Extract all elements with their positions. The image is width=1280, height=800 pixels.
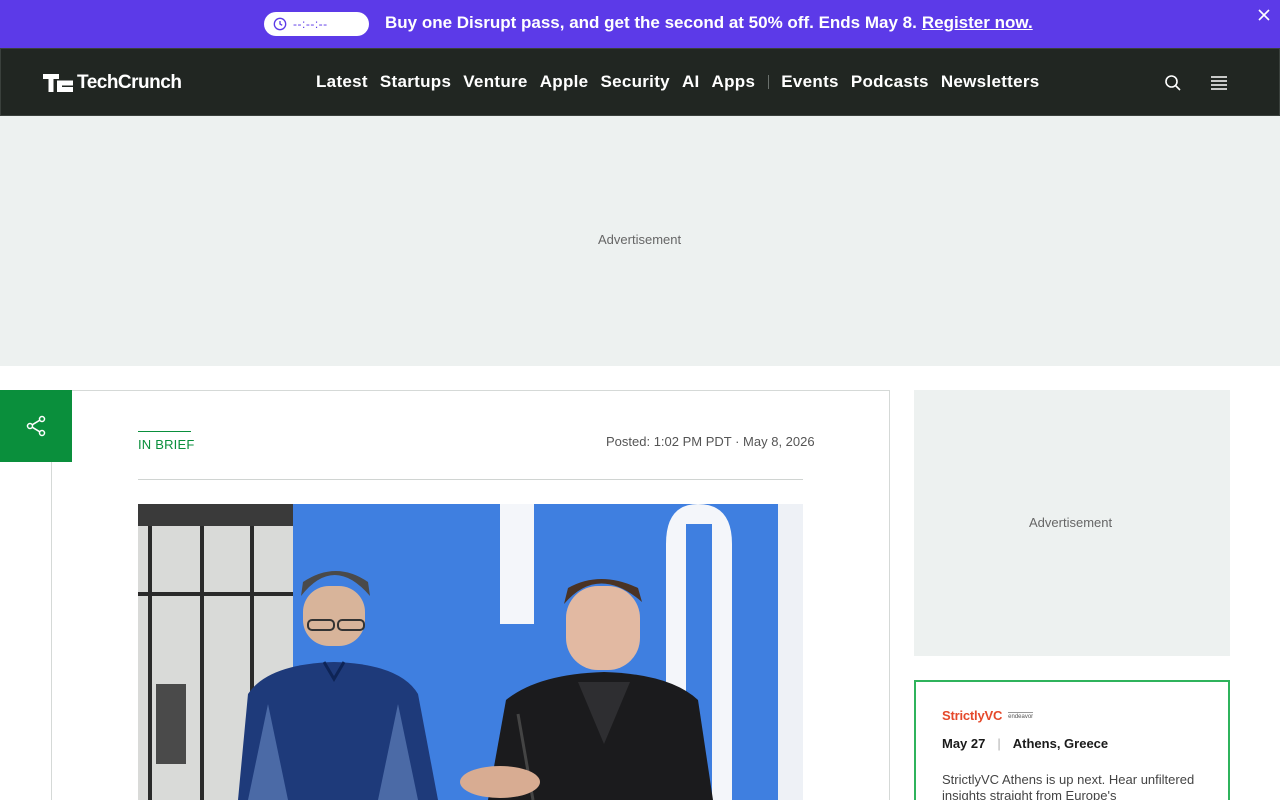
nav-podcasts[interactable]: Podcasts xyxy=(851,72,929,92)
techcrunch-logo[interactable]: TechCrunch xyxy=(43,72,182,94)
share-button[interactable] xyxy=(0,390,72,462)
nav-apple[interactable]: Apple xyxy=(540,72,589,92)
close-icon[interactable] xyxy=(1254,5,1274,25)
countdown-timer: --:--:-- xyxy=(264,12,369,36)
article-hero-image xyxy=(138,504,803,800)
promo-text: Buy one Disrupt pass, and get the second… xyxy=(385,13,1033,33)
ad-label: Advertisement xyxy=(1029,515,1113,530)
event-brand: StrictlyVC xyxy=(942,708,1003,723)
ad-label: Advertisement xyxy=(598,232,682,247)
clock-icon xyxy=(273,17,287,31)
main-navbar: TechCrunch Latest Startups Venture Apple… xyxy=(0,48,1280,116)
category-rule xyxy=(138,431,191,432)
nav-venture[interactable]: Venture xyxy=(463,72,527,92)
event-promo-card[interactable]: StrictlyVC endeavor May 27 | Athens, Gre… xyxy=(914,680,1230,800)
tc-logo-icon xyxy=(43,74,73,92)
nav-events[interactable]: Events xyxy=(781,72,839,92)
nav-latest[interactable]: Latest xyxy=(316,72,368,92)
meta-separator: | xyxy=(997,736,1001,751)
register-link[interactable]: Register now. xyxy=(922,13,1033,32)
event-date: May 27 xyxy=(942,736,986,751)
top-ad-slot: Advertisement xyxy=(0,116,1280,366)
nav-newsletters[interactable]: Newsletters xyxy=(941,72,1040,92)
posted-timestamp: Posted: 1:02 PM PDT · May 8, 2026 xyxy=(606,434,815,449)
event-description: StrictlyVC Athens is up next. Hear unfil… xyxy=(942,772,1195,800)
sidebar-ad-slot: Advertisement xyxy=(914,390,1230,656)
event-location: Athens, Greece xyxy=(1012,736,1109,751)
share-icon xyxy=(26,415,46,437)
nav-divider xyxy=(768,75,770,89)
hero-photo xyxy=(138,504,803,800)
countdown-value: --:--:-- xyxy=(293,17,328,31)
promo-message: Buy one Disrupt pass, and get the second… xyxy=(385,13,917,32)
nav-links: Latest Startups Venture Apple Security A… xyxy=(316,72,1052,92)
nav-ai[interactable]: AI xyxy=(682,72,700,92)
promo-banner: --:--:-- Buy one Disrupt pass, and get t… xyxy=(0,0,1280,48)
search-icon[interactable] xyxy=(1164,74,1182,92)
nav-apps[interactable]: Apps xyxy=(712,72,756,92)
event-partner: endeavor xyxy=(1008,711,1034,720)
article-divider xyxy=(138,479,803,480)
menu-icon[interactable] xyxy=(1210,75,1228,91)
nav-security[interactable]: Security xyxy=(600,72,670,92)
category-link[interactable]: IN BRIEF xyxy=(138,437,195,452)
event-meta: May 27 | Athens, Greece xyxy=(942,736,1108,751)
nav-startups[interactable]: Startups xyxy=(380,72,451,92)
strictlyvc-logo: StrictlyVC endeavor xyxy=(942,708,1034,723)
logo-wordmark: TechCrunch xyxy=(77,72,182,93)
